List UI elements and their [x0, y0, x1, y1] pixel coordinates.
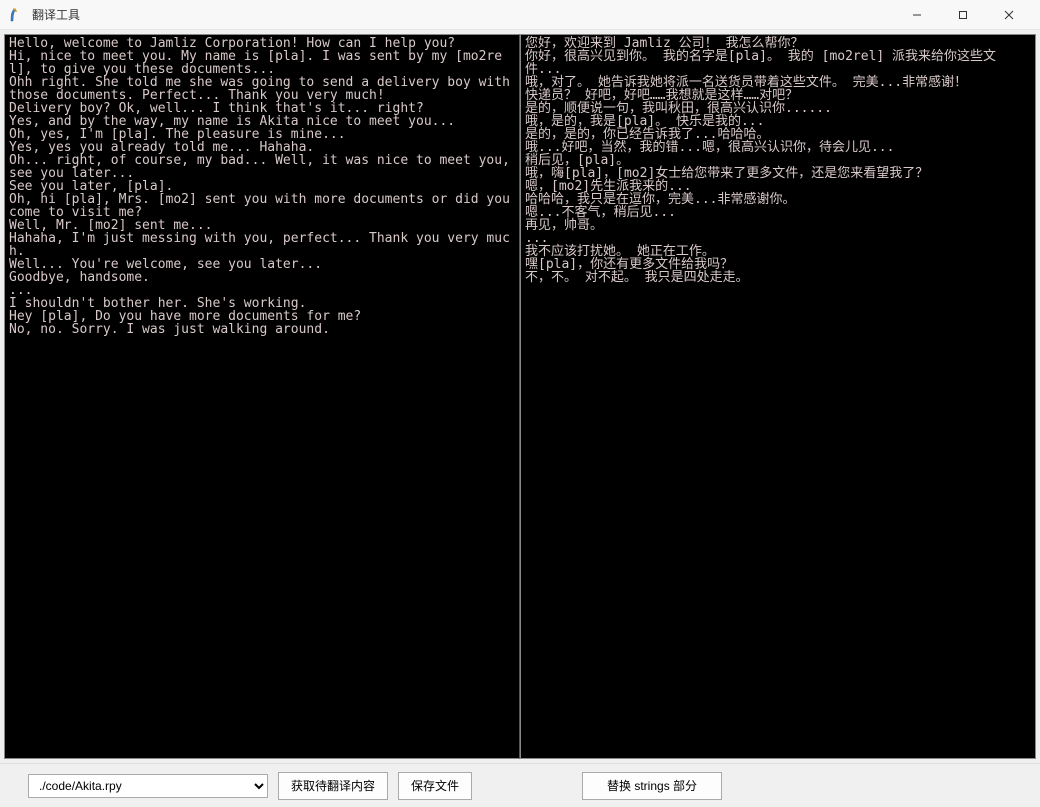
file-path-select[interactable]: ./code/Akita.rpy [28, 774, 268, 798]
app-icon [8, 7, 24, 23]
save-file-button[interactable]: 保存文件 [398, 772, 472, 800]
replace-strings-button[interactable]: 替换 strings 部分 [582, 772, 722, 800]
window-controls [894, 0, 1032, 30]
minimize-button[interactable] [894, 0, 940, 30]
maximize-button[interactable] [940, 0, 986, 30]
bottom-toolbar: ./code/Akita.rpy 获取待翻译内容 保存文件 替换 strings… [0, 763, 1040, 807]
translated-text-panel[interactable]: 您好，欢迎来到 Jamliz 公司！ 我怎么帮你？ 你好，很高兴见到你。 我的名… [520, 34, 1036, 759]
titlebar: 翻译工具 [0, 0, 1040, 30]
get-content-button[interactable]: 获取待翻译内容 [278, 772, 388, 800]
main-content: Hello, welcome to Jamliz Corporation! Ho… [0, 30, 1040, 763]
window-title: 翻译工具 [32, 6, 894, 23]
source-text-panel[interactable]: Hello, welcome to Jamliz Corporation! Ho… [4, 34, 520, 759]
close-button[interactable] [986, 0, 1032, 30]
